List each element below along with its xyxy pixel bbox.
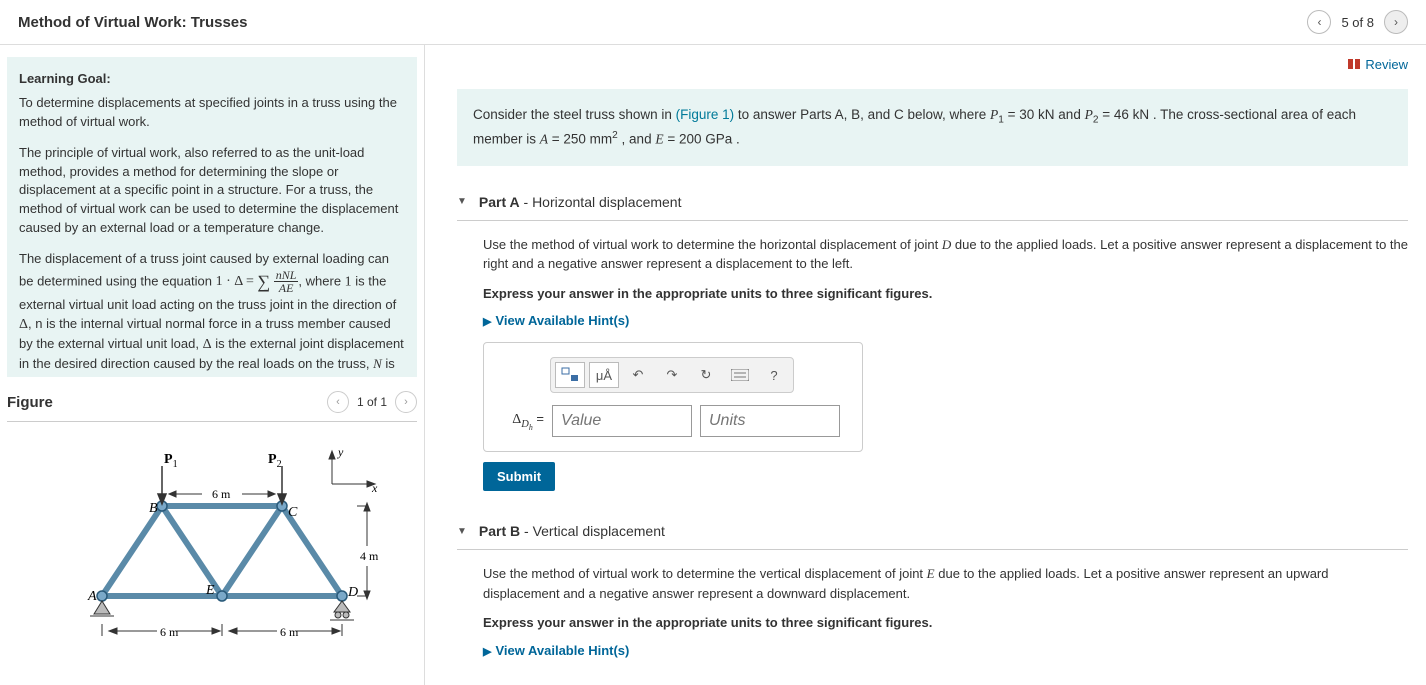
svg-text:C: C — [288, 505, 298, 520]
right-column: Review Consider the steel truss shown in… — [425, 45, 1426, 685]
part-a-answer-area: μÅ ↶ ↷ ↻ ? ΔDh = — [483, 342, 863, 452]
units-input[interactable] — [700, 405, 840, 437]
svg-text:x: x — [371, 481, 378, 495]
svg-text:P2: P2 — [268, 452, 282, 470]
value-input[interactable] — [552, 405, 692, 437]
part-b-hints-link[interactable]: ▶View Available Hint(s) — [483, 643, 1408, 658]
review-link[interactable]: Review — [1347, 57, 1408, 72]
svg-text:A: A — [87, 589, 97, 604]
help-button[interactable]: ? — [759, 362, 789, 388]
figure-title: Figure — [7, 394, 53, 411]
part-a-hints-link[interactable]: ▶View Available Hint(s) — [483, 313, 1408, 328]
reset-button[interactable]: ↻ — [691, 362, 721, 388]
caret-down-icon: ▼ — [457, 526, 467, 537]
header: Method of Virtual Work: Trusses ‹ 5 of 8… — [0, 0, 1426, 45]
svg-text:6 m: 6 m — [212, 487, 231, 501]
figure-nav: ‹ 1 of 1 › — [327, 391, 417, 413]
learning-goal-box: Learning Goal: To determine displacement… — [7, 57, 417, 377]
undo-button[interactable]: ↶ — [623, 362, 653, 388]
svg-text:B: B — [149, 501, 158, 516]
figure-page-counter: 1 of 1 — [357, 395, 387, 409]
part-a-prompt: Use the method of virtual work to determ… — [483, 235, 1408, 274]
prev-button[interactable]: ‹ — [1307, 10, 1331, 34]
svg-text:4 m: 4 m — [360, 549, 379, 563]
answer-label: ΔDh = — [500, 411, 544, 432]
learning-goal-heading: Learning Goal: — [19, 71, 405, 86]
part-b-body: Use the method of virtual work to determ… — [457, 564, 1408, 658]
learning-goal-p3: The displacement of a truss joint caused… — [19, 250, 405, 377]
part-a-header[interactable]: ▼ Part A - Horizontal displacement — [457, 188, 1408, 221]
left-column: Learning Goal: To determine displacement… — [0, 45, 425, 685]
units-tool-button[interactable]: μÅ — [589, 362, 619, 388]
template-tool-button[interactable] — [555, 362, 585, 388]
answer-toolbar: μÅ ↶ ↷ ↻ ? — [550, 357, 794, 393]
svg-text:6 m: 6 m — [160, 625, 179, 639]
part-b-header[interactable]: ▼ Part B - Vertical displacement — [457, 517, 1408, 550]
svg-text:E: E — [205, 583, 215, 598]
learning-goal-p2: The principle of virtual work, also refe… — [19, 144, 405, 238]
part-a-body: Use the method of virtual work to determ… — [457, 235, 1408, 492]
flag-icon — [1347, 58, 1361, 73]
play-icon: ▶ — [483, 646, 491, 658]
figure-link[interactable]: (Figure 1) — [676, 107, 735, 122]
figure-next-button[interactable]: › — [395, 391, 417, 413]
svg-text:D: D — [347, 585, 358, 600]
problem-statement: Consider the steel truss shown in (Figur… — [457, 89, 1408, 166]
svg-text:y: y — [337, 445, 344, 459]
keyboard-button[interactable] — [725, 362, 755, 388]
learning-goal-p1: To determine displacements at specified … — [19, 94, 405, 132]
page-title: Method of Virtual Work: Trusses — [18, 14, 247, 31]
truss-figure: P1 P2 B C A E D 6 m 4 m 6 m 6 m y x — [42, 436, 382, 646]
caret-down-icon: ▼ — [457, 196, 467, 207]
redo-button[interactable]: ↷ — [657, 362, 687, 388]
next-button[interactable]: › — [1384, 10, 1408, 34]
svg-text:P1: P1 — [164, 452, 178, 470]
part-b-instructions: Express your answer in the appropriate u… — [483, 613, 1408, 633]
figure-section: Figure ‹ 1 of 1 › — [7, 377, 417, 646]
page-counter: 5 of 8 — [1341, 15, 1374, 30]
svg-text:6 m: 6 m — [280, 625, 299, 639]
header-nav: ‹ 5 of 8 › — [1307, 10, 1408, 34]
play-icon: ▶ — [483, 316, 491, 328]
figure-prev-button[interactable]: ‹ — [327, 391, 349, 413]
submit-button[interactable]: Submit — [483, 462, 555, 491]
part-b-prompt: Use the method of virtual work to determ… — [483, 564, 1408, 603]
part-a-instructions: Express your answer in the appropriate u… — [483, 284, 1408, 304]
